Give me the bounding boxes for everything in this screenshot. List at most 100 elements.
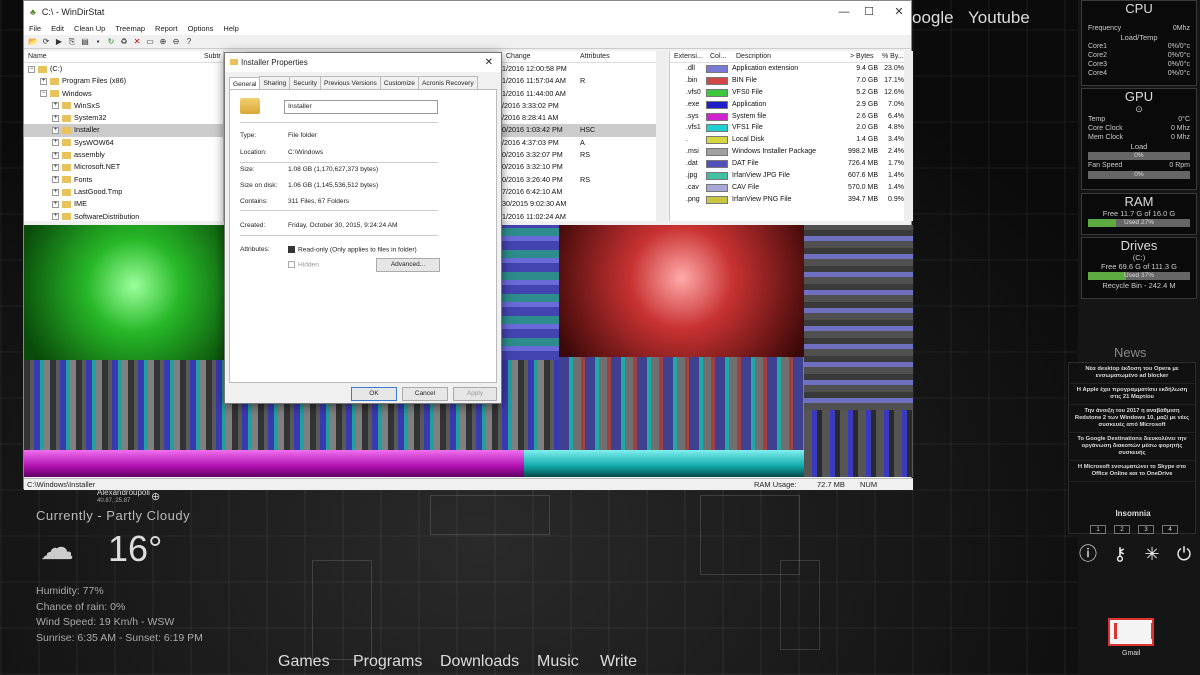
tree-row[interactable]: + Microsoft.NET xyxy=(24,161,223,173)
tree-row[interactable]: + SysWOW64 xyxy=(24,137,223,149)
attribute-row[interactable]: 0/2016 3:32:10 PM xyxy=(502,161,662,173)
menu-treemap[interactable]: Treemap xyxy=(115,23,145,35)
games-link[interactable]: Games xyxy=(278,653,330,671)
expand-toggle[interactable]: + xyxy=(52,188,59,196)
key-icon[interactable]: ⚷ xyxy=(1110,544,1130,564)
zoom-in-icon[interactable]: ⊕ xyxy=(158,37,168,47)
name-column-header[interactable]: Name xyxy=(28,51,47,63)
globe-icon[interactable]: ⊕ xyxy=(151,490,160,503)
expand-toggle[interactable]: + xyxy=(52,114,59,122)
attribute-row[interactable]: 1/2016 11:02:24 AM xyxy=(502,211,662,221)
hidden-checkbox[interactable] xyxy=(288,261,295,268)
expand-toggle[interactable]: + xyxy=(40,77,47,85)
news-page-button[interactable]: 4 xyxy=(1162,525,1178,534)
extension-row[interactable]: .dll Application extension 9.4 GB 23.0% xyxy=(670,63,907,75)
bytes-column-header[interactable]: > Bytes xyxy=(850,51,874,63)
attribute-row[interactable]: 1/2016 11:57:04 AM R xyxy=(502,75,662,87)
attributes-column-header[interactable]: Attributes xyxy=(580,51,610,63)
news-item[interactable]: Η Microsoft ενσωματώνει το Skype στο Off… xyxy=(1069,461,1195,482)
recycle-icon[interactable]: ♻ xyxy=(119,37,129,47)
tree-scrollbar[interactable] xyxy=(656,51,666,221)
refresh-icon[interactable]: ↻ xyxy=(106,37,116,47)
ok-button[interactable]: OK xyxy=(351,387,397,401)
prompt-icon[interactable]: ▪ xyxy=(93,37,103,47)
power-icon[interactable]: ⏻ xyxy=(1174,544,1194,564)
extension-row[interactable]: .cav CAV File 570.0 MB 1.4% xyxy=(670,182,907,194)
menu-edit[interactable]: Edit xyxy=(51,23,64,35)
percent-column-header[interactable]: % By... xyxy=(882,51,904,63)
folder-name-field[interactable]: Installer xyxy=(284,100,438,114)
help-icon[interactable]: ? xyxy=(184,37,194,47)
extension-row[interactable]: .bin BIN File 7.0 GB 17.1% xyxy=(670,75,907,87)
attribute-row[interactable]: /2016 8:28:41 AM xyxy=(502,112,662,124)
news-item[interactable]: Η Apple έχει προγραμματίσει εκδήλωση στι… xyxy=(1069,384,1195,405)
expand-toggle[interactable]: + xyxy=(52,176,59,184)
expand-toggle[interactable]: − xyxy=(28,65,35,73)
expand-toggle[interactable]: + xyxy=(52,151,59,159)
tree-row[interactable]: + IME xyxy=(24,198,223,210)
tree-row[interactable]: + assembly xyxy=(24,149,223,161)
extension-row[interactable]: . Local Disk 1.4 GB 3.4% xyxy=(670,134,907,146)
tree-row[interactable]: − (C:) xyxy=(24,63,223,75)
gmail-label[interactable]: Gmail xyxy=(1122,650,1140,657)
zoom-out-icon[interactable]: ⊖ xyxy=(171,37,181,47)
tree-row[interactable]: + WinSxS xyxy=(24,100,223,112)
attribute-row[interactable]: 7/2016 6:42:10 AM xyxy=(502,186,662,198)
attribute-row[interactable]: 30/2015 9:02:30 AM xyxy=(502,198,662,210)
downloads-link[interactable]: Downloads xyxy=(440,653,519,671)
attribute-row[interactable]: /2016 3:33:02 PM xyxy=(502,100,662,112)
extension-row[interactable]: .dat DAT File 726.4 MB 1.7% xyxy=(670,158,907,170)
tab-acronis-recovery[interactable]: Acronis Recovery xyxy=(417,76,478,90)
attribute-row[interactable]: 0/2016 1:03:42 PM HSC xyxy=(502,124,662,137)
info-icon[interactable]: ⓘ xyxy=(1078,544,1098,564)
attribute-row[interactable]: /2016 4:37:03 PM A xyxy=(502,137,662,149)
readonly-checkbox[interactable] xyxy=(288,246,295,253)
attribute-row[interactable]: 1/2016 11:44:00 AM xyxy=(502,88,662,100)
menu-file[interactable]: File xyxy=(29,23,41,35)
tab-previous-versions[interactable]: Previous Versions xyxy=(320,76,381,90)
gmail-icon[interactable] xyxy=(1108,618,1154,646)
expand-toggle[interactable]: + xyxy=(52,127,59,135)
delete-icon[interactable]: ✕ xyxy=(132,37,142,47)
programs-link[interactable]: Programs xyxy=(353,653,422,671)
attribute-row[interactable]: 1/2016 12:00:58 PM xyxy=(502,63,662,75)
new-icon[interactable]: ▭ xyxy=(145,37,155,47)
news-page-button[interactable]: 2 xyxy=(1114,525,1130,534)
change-column-header[interactable]: Change xyxy=(506,51,531,63)
restart-icon[interactable]: ✳ xyxy=(1142,544,1162,564)
expand-toggle[interactable]: + xyxy=(52,163,59,171)
menu-clean-up[interactable]: Clean Up xyxy=(74,23,105,35)
news-item[interactable]: Νέα desktop έκδοση του Opera με ενσωματω… xyxy=(1069,363,1195,384)
play-icon[interactable]: ▶ xyxy=(54,37,64,47)
cancel-button[interactable]: Cancel xyxy=(402,387,448,401)
extension-row[interactable]: .jpg IrfanView JPG File 607.6 MB 1.4% xyxy=(670,170,907,182)
ext-column-header[interactable]: Extensi... xyxy=(674,51,703,63)
music-link[interactable]: Music xyxy=(537,653,579,671)
tree-row[interactable]: + LastGood.Tmp xyxy=(24,186,223,198)
tree-row[interactable]: + System32 xyxy=(24,112,223,124)
tree-row[interactable]: + Fonts xyxy=(24,174,223,186)
extension-scrollbar[interactable] xyxy=(904,51,913,221)
tree-row[interactable]: + SoftwareDistribution xyxy=(24,211,223,221)
expand-toggle[interactable]: − xyxy=(40,90,47,98)
menu-report[interactable]: Report xyxy=(155,23,178,35)
explorer-icon[interactable]: ▤ xyxy=(80,37,90,47)
write-link[interactable]: Write xyxy=(600,653,637,671)
extension-row[interactable]: .vfs1 VFS1 File 2.0 GB 4.8% xyxy=(670,122,907,134)
dialog-close-button[interactable]: ✕ xyxy=(485,53,493,72)
apply-button[interactable]: Apply xyxy=(453,387,497,401)
advanced-button[interactable]: Advanced... xyxy=(376,258,440,272)
expand-toggle[interactable]: + xyxy=(52,102,59,110)
attribute-row[interactable]: 0/2016 3:32:07 PM RS xyxy=(502,149,662,161)
tree-row[interactable]: + Program Files (x86) xyxy=(24,75,223,87)
rescan-icon[interactable]: ⟳ xyxy=(41,37,51,47)
extension-row[interactable]: .exe Application 2.9 GB 7.0% xyxy=(670,99,907,111)
attribute-row[interactable]: 0/2016 3:26:40 PM RS xyxy=(502,174,662,186)
news-page-button[interactable]: 3 xyxy=(1138,525,1154,534)
tree-row[interactable]: − Windows xyxy=(24,88,223,100)
open-icon[interactable]: 📂 xyxy=(28,37,38,47)
close-button[interactable]: ✕ xyxy=(876,1,922,23)
youtube-link[interactable]: Youtube xyxy=(968,8,1030,28)
extension-row[interactable]: .vfs0 VFS0 File 5.2 GB 12.6% xyxy=(670,87,907,99)
recycle-bin[interactable]: Recycle Bin - 242.4 M xyxy=(1082,281,1196,290)
